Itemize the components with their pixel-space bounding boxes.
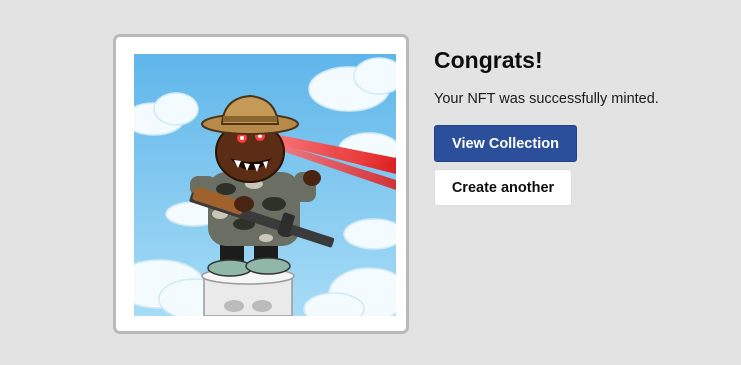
view-collection-button[interactable]: View Collection (434, 125, 577, 162)
nft-preview-card (113, 34, 409, 334)
mint-result-panel: Congrats! Your NFT was successfully mint… (434, 44, 724, 206)
nft-artwork (134, 54, 396, 316)
success-message: Your NFT was successfully minted. (434, 91, 659, 107)
nft-image (134, 54, 396, 316)
success-title: Congrats! (434, 47, 543, 73)
create-another-button[interactable]: Create another (434, 169, 572, 206)
mint-success-page: Congrats! Your NFT was successfully mint… (0, 0, 741, 365)
